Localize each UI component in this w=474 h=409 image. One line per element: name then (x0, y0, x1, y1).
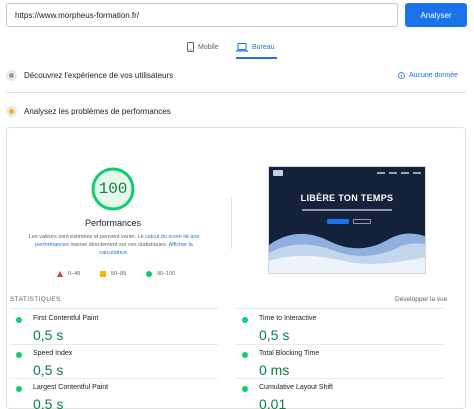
pass-icon (242, 317, 248, 323)
phone-icon (187, 42, 194, 52)
legend-fail-label: 0–49 (68, 271, 81, 277)
square-icon (100, 271, 106, 277)
metric-value: 0,5 s (259, 327, 290, 343)
metric-name: Cumulative Layout Shift (259, 384, 333, 391)
screenshot-subtitle (269, 206, 425, 214)
legend-pass: 90–100 (146, 270, 175, 278)
metric-time-to-interactive: Time to Interactive 0,5 s (236, 314, 444, 344)
analyze-button[interactable]: Analyser (405, 3, 467, 27)
lab-data-title: Analysez les problèmes de performances (24, 106, 171, 116)
divider (236, 308, 444, 309)
legend-fail: 0–49 (57, 270, 80, 278)
divider (236, 344, 444, 345)
pass-icon (242, 352, 248, 358)
info-icon (398, 71, 405, 79)
metric-value: 0,5 s (33, 362, 64, 378)
tab-desktop-label: Bureau (252, 43, 275, 51)
tab-mobile[interactable]: Mobile (187, 38, 219, 56)
field-data-title: Découvrez l'expérience de vos utilisateu… (24, 70, 174, 80)
status-icon (6, 69, 17, 81)
metric-value: 0,01 (259, 396, 287, 409)
screenshot-nav (269, 167, 425, 179)
metric-total-blocking-time: Total Blocking Time 0 ms (236, 349, 444, 379)
metric-first-contentful-paint: First Contentful Paint 0,5 s (10, 314, 218, 344)
lab-data-header: Analysez les problèmes de performances (6, 103, 466, 119)
metric-value: 0,5 s (33, 327, 64, 343)
metric-name: Largest Contentful Paint (33, 384, 109, 391)
divider (10, 344, 218, 345)
screenshot-menu (377, 172, 421, 174)
metric-value: 0 ms (259, 362, 290, 378)
screenshot-logo (273, 170, 283, 176)
performance-score: 100 (98, 180, 128, 198)
active-tab-indicator (236, 57, 277, 59)
status-icon (6, 105, 17, 117)
metric-cumulative-layout-shift: Cumulative Layout Shift 0,01 (236, 383, 444, 409)
legend-average-label: 50–89 (111, 271, 127, 277)
metric-name: Speed Index (33, 350, 73, 357)
triangle-icon (57, 271, 63, 277)
page-screenshot: LIBÈRE TON TEMPS (268, 166, 426, 274)
pass-icon (16, 386, 22, 392)
performance-title: Performances (84, 218, 142, 228)
circle-icon (146, 271, 152, 277)
screenshot-headline: LIBÈRE TON TEMPS (300, 193, 394, 203)
divider (6, 92, 466, 93)
metric-largest-contentful-paint: Largest Contentful Paint 0,5 s (10, 383, 218, 409)
legend-pass-label: 90–100 (157, 271, 176, 277)
tab-mobile-label: Mobile (198, 43, 219, 51)
pass-icon (16, 317, 22, 323)
legend-average: 50–89 (100, 270, 126, 278)
divider (10, 378, 218, 379)
divider (10, 308, 218, 309)
metrics-label: STATISTIQUES (10, 296, 61, 303)
metric-name: First Contentful Paint (33, 315, 99, 322)
tab-desktop[interactable]: Bureau (236, 38, 275, 56)
url-input[interactable] (6, 3, 398, 27)
divider (236, 378, 444, 379)
expand-view-toggle[interactable]: Développer la vue (395, 296, 447, 303)
no-data-label: Aucune donnée (408, 71, 458, 79)
screenshot-secondary-button (353, 219, 371, 224)
pass-icon (242, 386, 248, 392)
metric-name: Time to Interactive (259, 315, 317, 322)
pass-icon (16, 352, 22, 358)
divider (231, 197, 232, 249)
field-data-header: Découvrez l'expérience de vos utilisateu… (6, 67, 466, 83)
metric-value: 0,5 s (33, 396, 64, 409)
screenshot-waves (269, 233, 425, 273)
laptop-icon (236, 42, 248, 52)
performance-description: Les valeurs sont estimées et peuvent var… (28, 234, 200, 256)
no-data-link[interactable]: Aucune donnée (398, 72, 458, 79)
metric-speed-index: Speed Index 0,5 s (10, 349, 218, 379)
screenshot-primary-button (327, 219, 349, 224)
metric-name: Total Blocking Time (259, 350, 320, 357)
